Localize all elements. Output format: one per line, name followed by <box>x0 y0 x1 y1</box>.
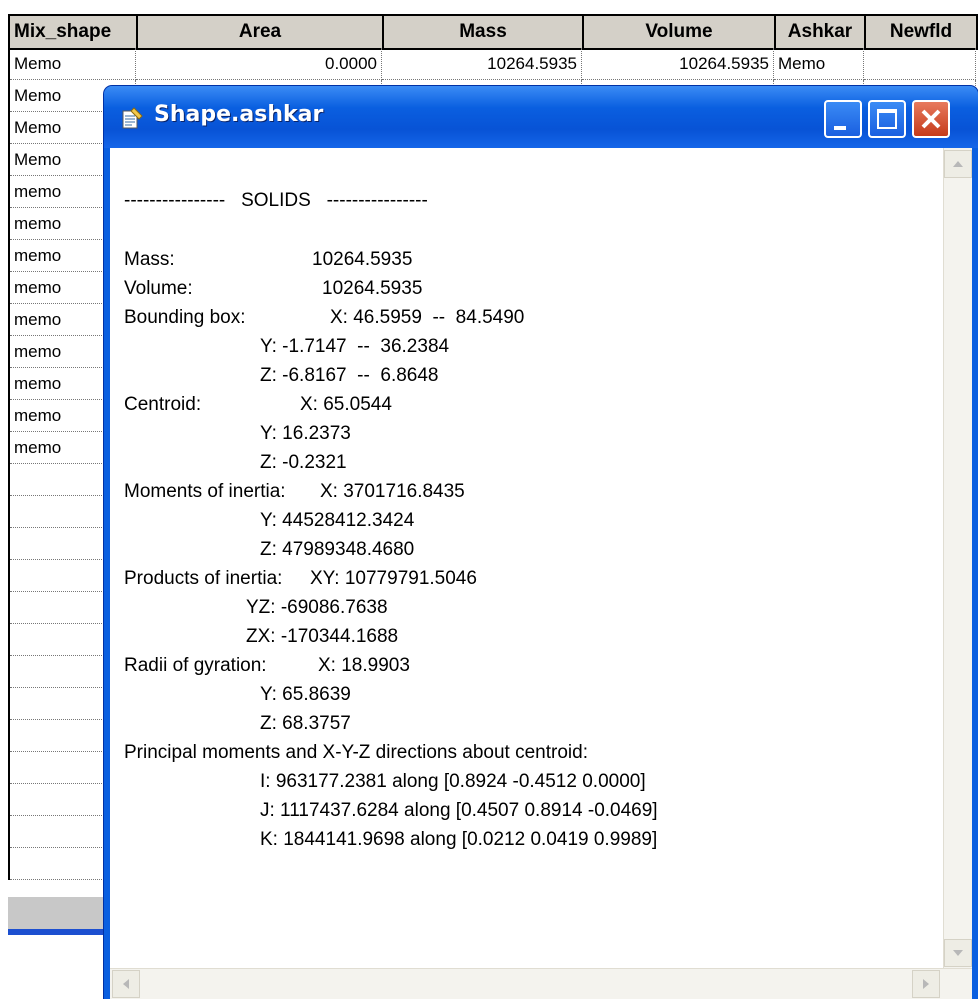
arrow-down-icon <box>953 950 963 956</box>
moments-z: Z: 47989348.4680 <box>260 539 415 560</box>
window-title: Shape.ashkar <box>154 102 324 127</box>
products-zx: ZX: -170344.1688 <box>246 626 399 647</box>
bounding-box-y: Y: -1.7147 -- 36.2384 <box>260 336 450 357</box>
centroid-label: Centroid: <box>124 394 202 415</box>
table-row[interactable]: Memo 0.0000 10264.5935 10264.5935 Memo <box>10 48 976 80</box>
principal-k: K: 1844141.9698 along [0.0212 0.0419 0.9… <box>260 829 658 850</box>
close-icon <box>921 109 941 129</box>
cell-mix-shape[interactable]: Memo <box>10 48 136 80</box>
notepad-icon <box>122 107 143 129</box>
centroid-y: Y: 16.2373 <box>260 423 351 444</box>
products-yz: YZ: -69086.7638 <box>246 597 388 618</box>
horizontal-scrollbar[interactable] <box>110 968 972 999</box>
bounding-box-z: Z: -6.8167 -- 6.8648 <box>260 365 439 386</box>
maximize-icon <box>877 109 897 129</box>
scroll-right-button[interactable] <box>912 970 940 998</box>
volume-label: Volume: <box>124 278 193 299</box>
scroll-left-button[interactable] <box>112 970 140 998</box>
centroid-x: X: 65.0544 <box>300 394 392 415</box>
arrow-left-icon <box>123 979 129 989</box>
maximize-button[interactable] <box>868 100 906 138</box>
principal-label: Principal moments and X-Y-Z directions a… <box>124 742 588 763</box>
principal-i: I: 963177.2381 along [0.8924 -0.4512 0.0… <box>260 771 646 792</box>
close-button[interactable] <box>912 100 950 138</box>
table-header: Mix_shape Area Mass Volume Ashkar Newfld <box>8 14 978 50</box>
arrow-right-icon <box>923 979 929 989</box>
column-header-area[interactable]: Area <box>138 16 384 50</box>
cell-mass[interactable]: 10264.5935 <box>382 48 582 80</box>
moments-x: X: 3701716.8435 <box>320 481 465 502</box>
mass-value: 10264.5935 <box>312 249 413 270</box>
minimize-icon <box>834 126 846 130</box>
text-area[interactable]: ---------------- SOLIDS ----------------… <box>110 148 972 999</box>
table-empty-area <box>8 897 118 931</box>
solids-heading: ---------------- SOLIDS ---------------- <box>124 190 428 211</box>
radii-z: Z: 68.3757 <box>260 713 351 734</box>
column-header-mix-shape[interactable]: Mix_shape <box>10 16 138 50</box>
products-xy: XY: 10779791.5046 <box>310 568 477 589</box>
minimize-button[interactable] <box>824 100 862 138</box>
bounding-box-x: X: 46.5959 -- 84.5490 <box>330 307 525 328</box>
column-header-mass[interactable]: Mass <box>384 16 584 50</box>
centroid-z: Z: -0.2321 <box>260 452 347 473</box>
arrow-up-icon <box>953 161 963 167</box>
scroll-up-button[interactable] <box>944 150 972 178</box>
cell-area[interactable]: 0.0000 <box>136 48 382 80</box>
principal-j: J: 1117437.6284 along [0.4507 0.8914 -0.… <box>260 800 658 821</box>
vertical-scrollbar[interactable] <box>943 148 972 969</box>
volume-value: 10264.5935 <box>322 278 423 299</box>
products-label: Products of inertia: <box>124 568 283 589</box>
cell-volume[interactable]: 10264.5935 <box>582 48 774 80</box>
column-header-volume[interactable]: Volume <box>584 16 776 50</box>
scroll-down-button[interactable] <box>944 939 972 967</box>
cell-newfld[interactable] <box>864 48 976 80</box>
window-edge <box>8 929 118 935</box>
shape-ashkar-window[interactable]: Shape.ashkar ---------------- SOLIDS ---… <box>104 86 978 999</box>
cell-ashkar[interactable]: Memo <box>774 48 864 80</box>
column-header-ashkar[interactable]: Ashkar <box>776 16 866 50</box>
bounding-box-label: Bounding box: <box>124 307 246 328</box>
moments-y: Y: 44528412.3424 <box>260 510 415 531</box>
radii-x: X: 18.9903 <box>318 655 410 676</box>
radii-label: Radii of gyration: <box>124 655 267 676</box>
moments-label: Moments of inertia: <box>124 481 286 502</box>
column-header-newfld[interactable]: Newfld <box>866 16 978 50</box>
radii-y: Y: 65.8639 <box>260 684 351 705</box>
title-bar[interactable]: Shape.ashkar <box>104 86 978 148</box>
mass-label: Mass: <box>124 249 175 270</box>
